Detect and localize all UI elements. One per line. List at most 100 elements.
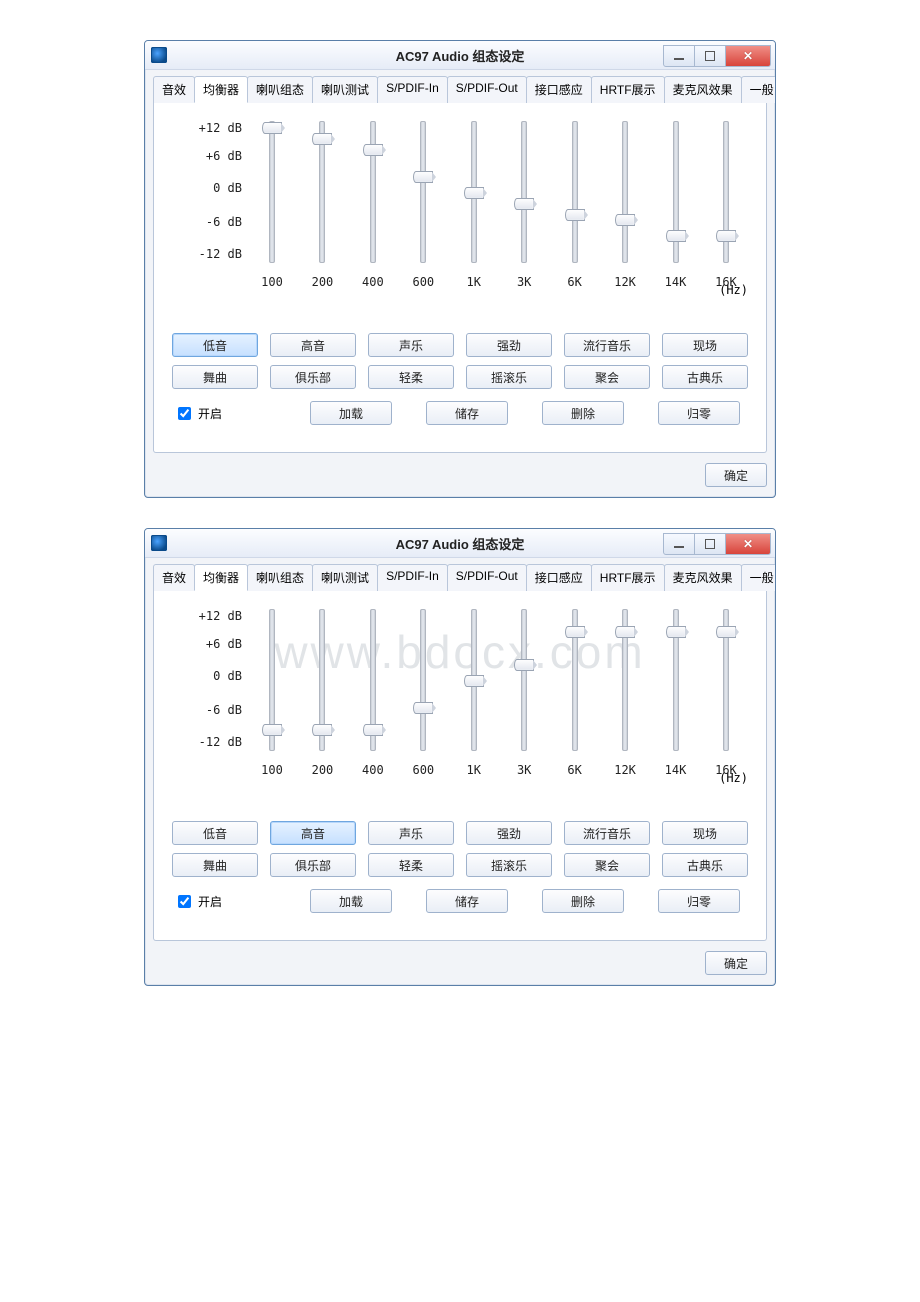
preset-button[interactable]: 声乐 [368,333,454,357]
slider-thumb[interactable] [413,702,433,714]
slider-track[interactable] [370,121,376,263]
tab-3[interactable]: 喇叭测试 [312,76,378,103]
slider-track[interactable] [420,121,426,263]
slider-track[interactable] [723,121,729,263]
slider-thumb[interactable] [312,133,332,145]
tab-1[interactable]: 均衡器 [194,564,248,591]
slider-track[interactable] [420,609,426,751]
slider-thumb[interactable] [262,122,282,134]
slider-thumb[interactable] [262,724,282,736]
tab-3[interactable]: 喇叭测试 [312,564,378,591]
tab-5[interactable]: S/PDIF-Out [447,564,527,591]
slider-thumb[interactable] [464,675,484,687]
preset-button[interactable]: 聚会 [564,365,650,389]
close-button[interactable]: ✕ [726,533,771,555]
maximize-button[interactable] [695,533,726,555]
slider-thumb[interactable] [464,187,484,199]
minimize-button[interactable] [663,45,695,67]
tab-8[interactable]: 麦克风效果 [664,76,742,103]
tab-5[interactable]: S/PDIF-Out [447,76,527,103]
enable-checkbox[interactable]: 开启 [174,892,222,911]
slider-track[interactable] [622,121,628,263]
action-button[interactable]: 加载 [310,401,392,425]
maximize-button[interactable] [695,45,726,67]
slider-thumb[interactable] [565,209,585,221]
slider-thumb[interactable] [312,724,332,736]
slider-track[interactable] [319,121,325,263]
minimize-button[interactable] [663,533,695,555]
preset-button[interactable]: 流行音乐 [564,821,650,845]
close-button[interactable]: ✕ [726,45,771,67]
tab-0[interactable]: 音效 [153,564,195,591]
slider-thumb[interactable] [716,626,736,638]
tab-2[interactable]: 喇叭组态 [247,76,313,103]
slider-track[interactable] [622,609,628,751]
slider-thumb[interactable] [514,198,534,210]
tab-7[interactable]: HRTF展示 [591,564,665,591]
preset-button[interactable]: 现场 [662,821,748,845]
enable-checkbox[interactable]: 开启 [174,404,222,423]
titlebar[interactable]: AC97 Audio 组态设定 ✕ [145,529,775,558]
preset-button[interactable]: 摇滚乐 [466,853,552,877]
preset-button[interactable]: 高音 [270,821,356,845]
slider-thumb[interactable] [363,144,383,156]
preset-button[interactable]: 古典乐 [662,853,748,877]
preset-button[interactable]: 古典乐 [662,365,748,389]
ok-button[interactable]: 确定 [705,463,767,487]
tab-0[interactable]: 音效 [153,76,195,103]
tab-6[interactable]: 接口感应 [526,564,592,591]
preset-button[interactable]: 轻柔 [368,365,454,389]
tab-9[interactable]: 一般 [741,76,776,103]
slider-track[interactable] [572,609,578,751]
action-button[interactable]: 删除 [542,889,624,913]
preset-button[interactable]: 强劲 [466,821,552,845]
tab-2[interactable]: 喇叭组态 [247,564,313,591]
preset-button[interactable]: 强劲 [466,333,552,357]
preset-button[interactable]: 俱乐部 [270,853,356,877]
slider-track[interactable] [673,609,679,751]
enable-checkbox-input[interactable] [178,407,191,420]
slider-thumb[interactable] [666,230,686,242]
slider-thumb[interactable] [413,171,433,183]
tab-9[interactable]: 一般 [741,564,776,591]
preset-button[interactable]: 流行音乐 [564,333,650,357]
preset-button[interactable]: 轻柔 [368,853,454,877]
slider-track[interactable] [269,609,275,751]
titlebar[interactable]: AC97 Audio 组态设定 ✕ [145,41,775,70]
action-button[interactable]: 储存 [426,401,508,425]
slider-thumb[interactable] [565,626,585,638]
slider-thumb[interactable] [615,214,635,226]
slider-track[interactable] [572,121,578,263]
preset-button[interactable]: 聚会 [564,853,650,877]
preset-button[interactable]: 俱乐部 [270,365,356,389]
slider-thumb[interactable] [716,230,736,242]
tab-8[interactable]: 麦克风效果 [664,564,742,591]
preset-button[interactable]: 舞曲 [172,365,258,389]
preset-button[interactable]: 现场 [662,333,748,357]
slider-track[interactable] [521,121,527,263]
slider-thumb[interactable] [363,724,383,736]
slider-track[interactable] [673,121,679,263]
action-button[interactable]: 归零 [658,889,740,913]
slider-track[interactable] [269,121,275,263]
preset-button[interactable]: 摇滚乐 [466,365,552,389]
enable-checkbox-input[interactable] [178,895,191,908]
ok-button[interactable]: 确定 [705,951,767,975]
tab-7[interactable]: HRTF展示 [591,76,665,103]
tab-4[interactable]: S/PDIF-In [377,76,448,103]
preset-button[interactable]: 高音 [270,333,356,357]
slider-track[interactable] [723,609,729,751]
tab-1[interactable]: 均衡器 [194,76,248,103]
preset-button[interactable]: 舞曲 [172,853,258,877]
slider-thumb[interactable] [514,659,534,671]
slider-track[interactable] [471,609,477,751]
action-button[interactable]: 储存 [426,889,508,913]
tab-4[interactable]: S/PDIF-In [377,564,448,591]
action-button[interactable]: 归零 [658,401,740,425]
slider-track[interactable] [521,609,527,751]
slider-track[interactable] [471,121,477,263]
slider-thumb[interactable] [615,626,635,638]
preset-button[interactable]: 低音 [172,333,258,357]
tab-6[interactable]: 接口感应 [526,76,592,103]
preset-button[interactable]: 声乐 [368,821,454,845]
